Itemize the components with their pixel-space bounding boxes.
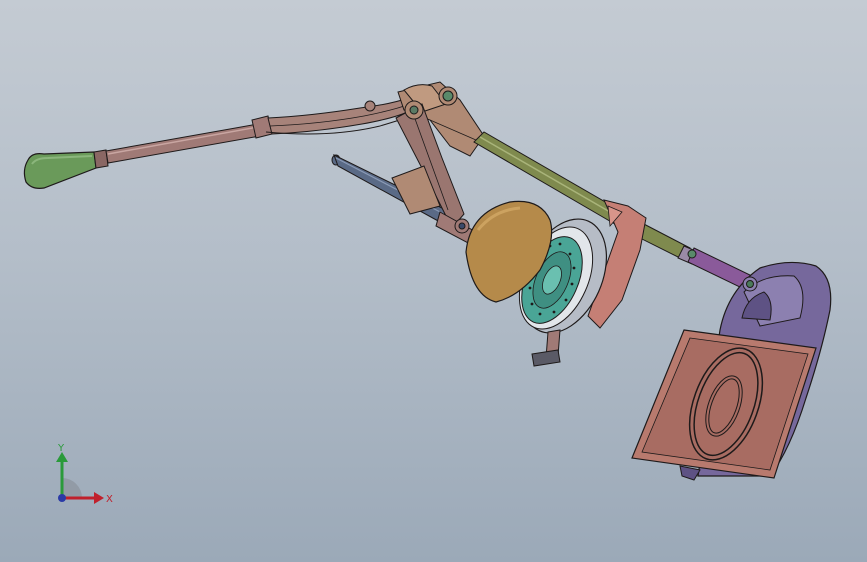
cad-viewport[interactable] <box>0 0 867 562</box>
foot-plate[interactable] <box>631 329 817 479</box>
triad-y-label: Y <box>57 443 65 454</box>
coordinate-triad: Y X <box>56 443 113 505</box>
lever-rod[interactable] <box>93 123 261 169</box>
lever-yoke[interactable] <box>251 97 413 139</box>
z-axis-dot-icon <box>58 494 66 502</box>
handle-knob[interactable] <box>23 151 97 189</box>
triad-x-label: X <box>106 494 113 505</box>
triad-quadrant-icon <box>62 478 82 498</box>
lower-tab[interactable] <box>531 329 561 367</box>
purple-rod[interactable] <box>677 245 753 291</box>
